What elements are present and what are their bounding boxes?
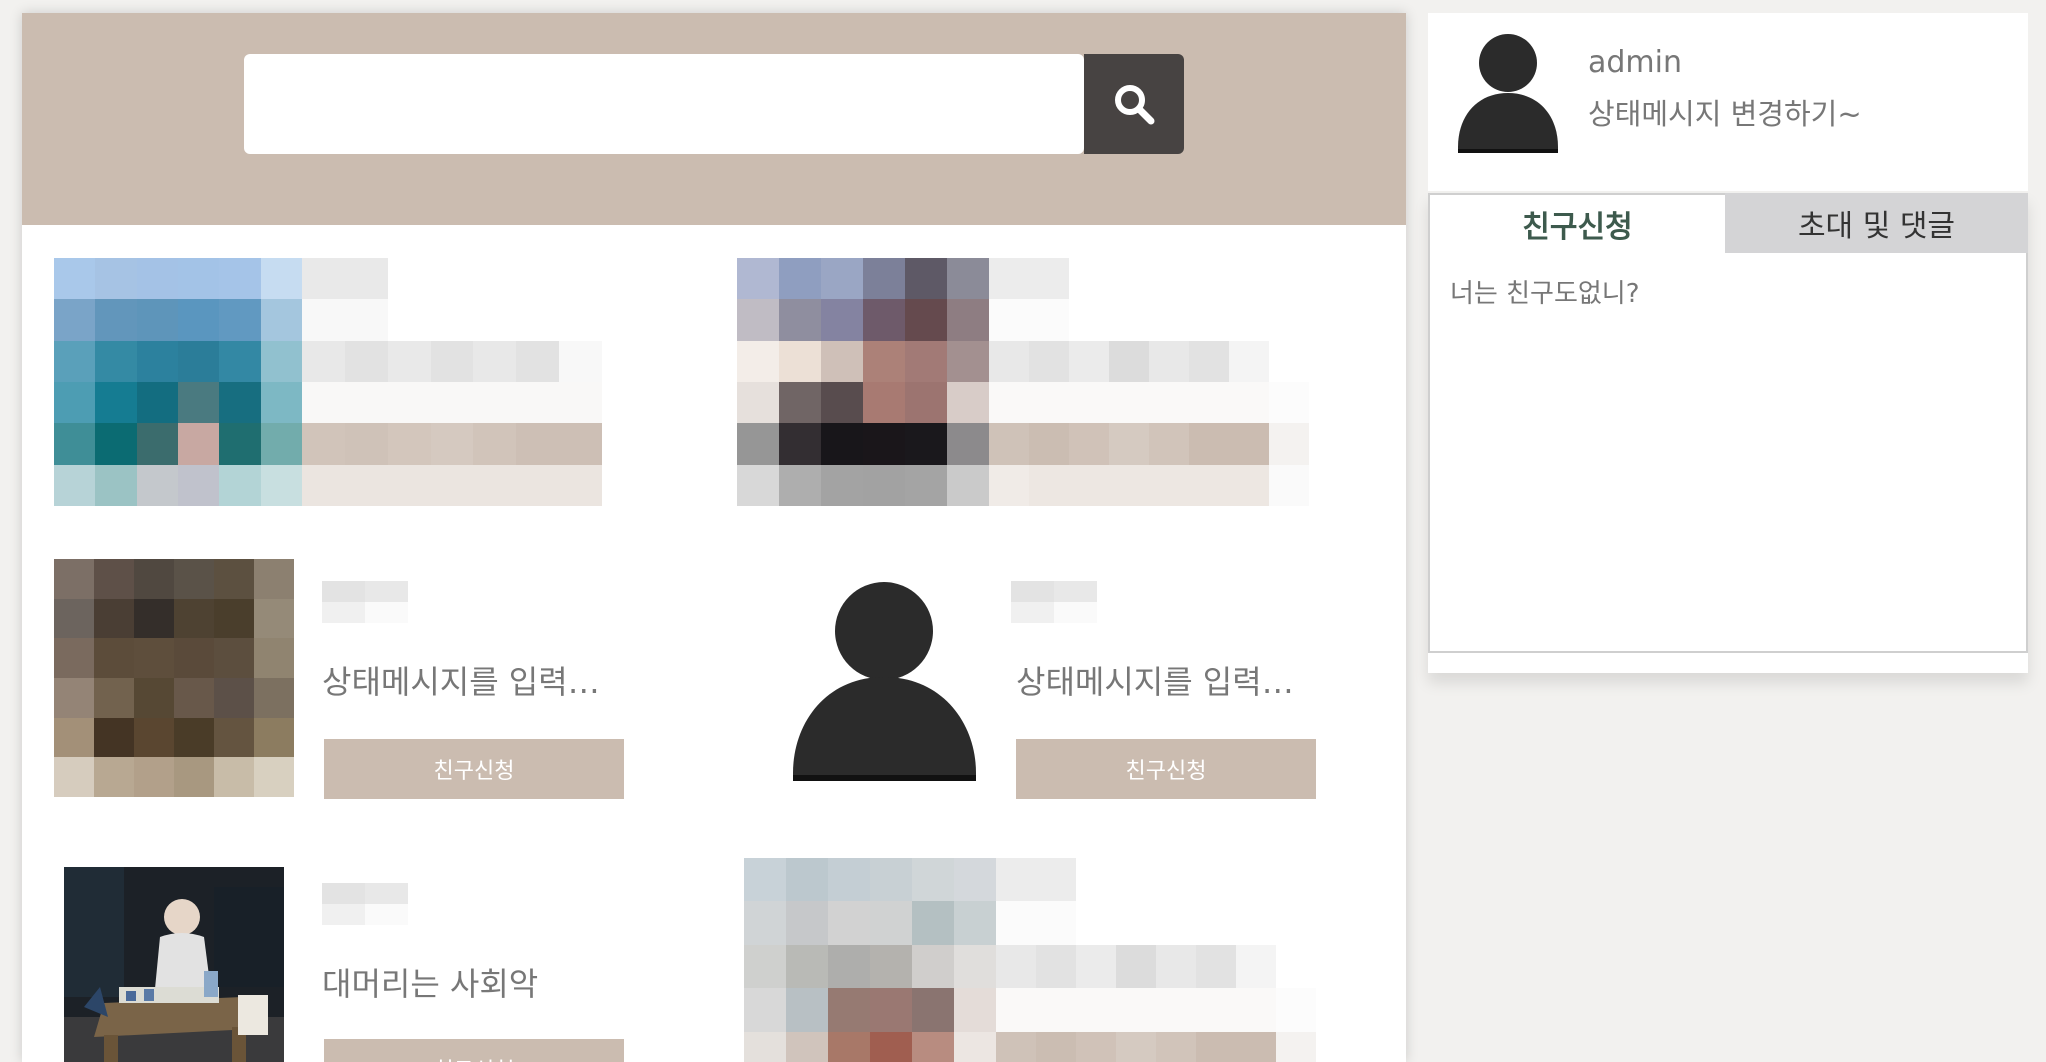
user-photo[interactable] bbox=[64, 867, 284, 1062]
search-icon bbox=[1115, 85, 1155, 125]
user-photo[interactable] bbox=[54, 559, 294, 797]
user-photo[interactable] bbox=[54, 258, 302, 506]
user-card: 대머리는 사회악 친구신청 bbox=[54, 865, 644, 1062]
user-photo[interactable] bbox=[737, 258, 989, 506]
user-card: 상태메시지를 입력해주세요 친구신청 bbox=[766, 559, 1366, 809]
profile-status-edit[interactable]: 상태메시지 변경하기~ bbox=[1588, 91, 1862, 133]
friend-request-button[interactable]: 친구신청 bbox=[324, 739, 624, 799]
user-name-blurred bbox=[1011, 581, 1097, 623]
tab-friend-requests[interactable]: 친구신청 bbox=[1428, 193, 1725, 253]
user-card bbox=[744, 858, 1344, 1062]
search-input[interactable] bbox=[244, 54, 1084, 154]
user-photo[interactable] bbox=[744, 858, 996, 1062]
profile-username: admin bbox=[1588, 45, 1682, 80]
user-card bbox=[54, 258, 624, 508]
notification-panel: 친구신청 초대 및 댓글 너는 친구도없니? bbox=[1428, 193, 2028, 673]
friend-request-button[interactable]: 친구신청 bbox=[324, 1039, 624, 1062]
user-card: 상태메시지를 입력해주세요 친구신청 bbox=[54, 559, 644, 809]
my-profile-card: admin 상태메시지 변경하기~ bbox=[1428, 13, 2028, 191]
user-name-blurred bbox=[322, 883, 408, 925]
user-card bbox=[737, 258, 1337, 508]
user-info-blurred bbox=[302, 258, 602, 506]
user-info-blurred bbox=[996, 858, 1316, 1062]
empty-message: 너는 친구도없니? bbox=[1450, 279, 1640, 309]
tab-content: 너는 친구도없니? bbox=[1428, 253, 2028, 653]
default-avatar-icon[interactable] bbox=[766, 559, 1016, 807]
user-list-panel: 상태메시지를 입력해주세요 친구신청 상태메시지를 입력해주세요 친구신청 bbox=[22, 13, 1406, 1062]
user-name-blurred bbox=[322, 581, 408, 623]
tab-bar: 친구신청 초대 및 댓글 bbox=[1428, 193, 2028, 253]
search-button[interactable] bbox=[1084, 54, 1184, 154]
friend-request-button[interactable]: 친구신청 bbox=[1016, 739, 1316, 799]
user-status: 상태메시지를 입력해주세요 bbox=[1016, 663, 1316, 701]
user-status: 상태메시지를 입력해주세요 bbox=[322, 663, 622, 701]
user-status: 대머리는 사회악 bbox=[322, 965, 539, 1003]
search-header bbox=[22, 13, 1406, 225]
default-avatar-icon[interactable] bbox=[1456, 33, 1560, 158]
user-info-blurred bbox=[989, 258, 1309, 506]
tab-invites-comments[interactable]: 초대 및 댓글 bbox=[1725, 193, 2028, 253]
